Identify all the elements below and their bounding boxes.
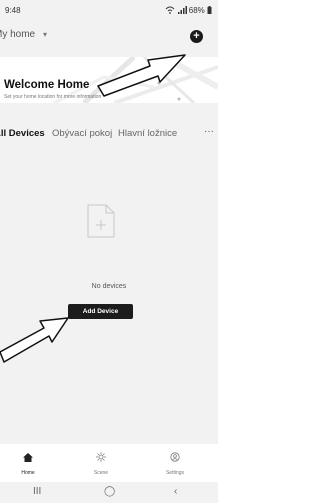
back-button[interactable]: ‹ (174, 486, 177, 497)
system-home-button[interactable]: ◯ (104, 486, 115, 497)
screenshot-frame: 9:48 68% y home ▾ + Welcome Home Set you… (0, 0, 250, 503)
scene-icon (96, 452, 106, 462)
nav-settings-label: Settings (165, 470, 185, 476)
arrow-annotation-bottom (0, 317, 69, 363)
nav-scene-label: Scene (93, 470, 109, 476)
nav-home-label: Home (21, 470, 35, 476)
recents-button[interactable]: III (33, 486, 41, 497)
settings-icon (170, 452, 180, 462)
bottom-tab-bar: Home Scene Settings (0, 444, 218, 482)
home-icon (23, 453, 33, 462)
phone-screen: 9:48 68% y home ▾ + Welcome Home Set you… (0, 0, 218, 503)
system-nav-bar: III ◯ ‹ (0, 482, 218, 503)
nav-settings[interactable]: Settings (150, 449, 200, 476)
nav-home[interactable]: Home (3, 449, 53, 476)
nav-scene[interactable]: Scene (76, 449, 126, 476)
right-margin (218, 0, 250, 503)
